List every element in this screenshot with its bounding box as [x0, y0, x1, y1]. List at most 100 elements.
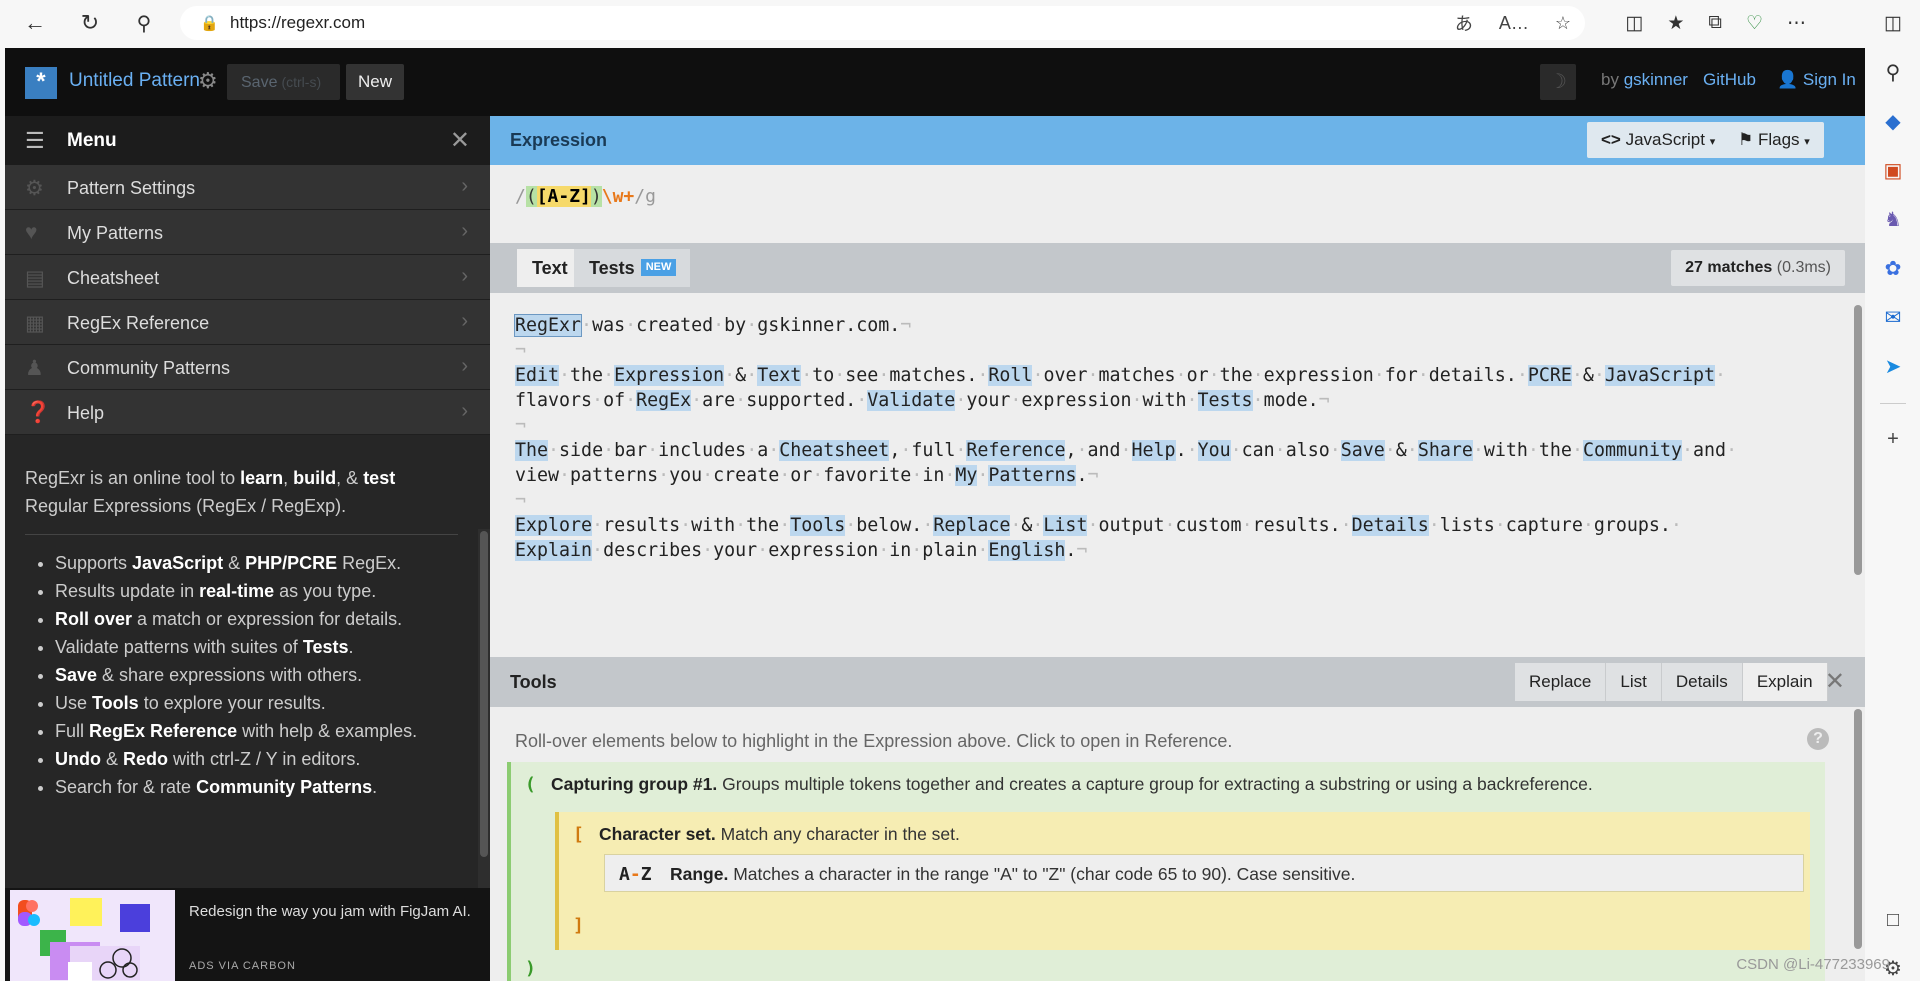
list-item: Supports JavaScript & PHP/PCRE RegEx.	[55, 549, 458, 577]
search-icon[interactable]: ⚲	[1886, 60, 1901, 85]
add-icon[interactable]: +	[1887, 428, 1899, 451]
tab-replace[interactable]: Replace	[1515, 663, 1607, 701]
sign-in-link[interactable]: 👤 Sign In	[1777, 70, 1856, 90]
character-set-explanation[interactable]: [ Character set. Match any character in …	[555, 812, 1810, 950]
user-icon: 👤	[1777, 70, 1799, 89]
menu-item-regex-reference[interactable]: ▦ RegEx Reference ›	[5, 300, 490, 345]
pattern-title[interactable]: Untitled Pattern	[69, 70, 200, 92]
app-header: * Untitled Pattern ⚙ Save (ctrl-s) New ☽ …	[5, 48, 1865, 116]
menu-item-my-patterns[interactable]: ♥ My Patterns ›	[5, 210, 490, 255]
chevron-right-icon: ›	[461, 310, 468, 332]
set-token[interactable]: [A-Z]	[536, 186, 591, 207]
menu-item-pattern-settings[interactable]: ⚙ Pattern Settings ›	[5, 165, 490, 210]
heart-icon: ♥	[25, 221, 38, 244]
search-icon[interactable]: ⚲	[122, 0, 166, 46]
word-token[interactable]: \w+	[602, 186, 635, 207]
text-scrollbar[interactable]	[1851, 303, 1865, 575]
help-icon[interactable]: ?	[1807, 728, 1829, 750]
list-item: Validate patterns with suites of Tests.	[55, 633, 458, 661]
expression-title: Expression	[510, 130, 608, 150]
people-icon: ♟	[25, 357, 44, 380]
address-bar[interactable]: 🔒 https://regexr.com あ A… ☆	[180, 6, 1585, 40]
ads-via-carbon[interactable]: ADS VIA CARBON	[189, 960, 296, 972]
chess-icon[interactable]: ♞	[1884, 207, 1902, 232]
close-icon[interactable]: ✕	[1825, 667, 1845, 696]
regexr-app: * Untitled Pattern ⚙ Save (ctrl-s) New ☽ …	[5, 48, 1865, 981]
tab-details[interactable]: Details	[1661, 663, 1743, 701]
ad-text[interactable]: Redesign the way you jam with FigJam AI.	[189, 900, 479, 924]
new-badge: NEW	[640, 259, 677, 276]
send-icon[interactable]: ➤	[1885, 354, 1902, 379]
read-aloud-icon[interactable]: A…	[1499, 13, 1529, 34]
set-description: Character set. Match any character in th…	[599, 824, 960, 844]
figjam-ad-image[interactable]	[10, 890, 175, 981]
more-icon[interactable]: ⋯	[1787, 12, 1806, 35]
range-explanation[interactable]: A-Z Range. Matches a character in the ra…	[604, 854, 1804, 892]
expression-editor[interactable]: /([A-Z])\w+/g	[515, 186, 656, 207]
list-item: Undo & Redo with ctrl-Z / Y in editors.	[55, 745, 458, 773]
github-link[interactable]: GitHub	[1703, 70, 1756, 90]
carbon-ad[interactable]: Redesign the way you jam with FigJam AI.…	[5, 888, 490, 981]
tools-title: Tools	[510, 672, 557, 692]
match-count[interactable]: 27 matches (0.3ms)	[1671, 250, 1845, 286]
close-icon[interactable]: ✕	[450, 126, 470, 155]
text-header: Text Tests NEW 27 matches (0.3ms)	[490, 243, 1865, 293]
menu-header: ☰ Menu ✕	[5, 116, 490, 165]
tab-tests[interactable]: Tests NEW	[574, 249, 691, 287]
author-link[interactable]: gskinner	[1624, 70, 1688, 89]
regexr-logo[interactable]: *	[25, 67, 57, 99]
chevron-right-icon: ›	[461, 265, 468, 287]
group-open-token: (	[525, 774, 536, 795]
tools-scrollbar[interactable]	[1851, 707, 1865, 981]
chevron-right-icon: ›	[461, 355, 468, 377]
save-button[interactable]: Save (ctrl-s)	[227, 64, 340, 100]
tools-header: Tools Replace List Details Explain ✕	[490, 657, 1865, 707]
chevron-right-icon: ›	[461, 220, 468, 242]
group-token[interactable]: ([A-Z])	[525, 186, 602, 207]
intro-panel: RegExr is an online tool to learn, build…	[5, 442, 478, 892]
new-button[interactable]: New	[346, 64, 404, 100]
chevron-right-icon: ›	[461, 400, 468, 422]
tab-text[interactable]: Text	[517, 249, 583, 287]
flavor-button[interactable]: <> JavaScript ▾	[1587, 122, 1730, 158]
flags-button[interactable]: ⚑ Flags ▾	[1724, 122, 1824, 158]
menu-item-help[interactable]: ❓ Help ›	[5, 390, 490, 435]
gear-icon[interactable]: ⚙	[198, 68, 218, 94]
range-token: A-Z	[619, 864, 652, 885]
collections-icon[interactable]: ⧉	[1708, 12, 1722, 34]
set-open-token: [	[573, 824, 584, 845]
outlook-icon[interactable]: ✉	[1885, 305, 1902, 330]
sidebar-toggle-icon[interactable]: ◫	[1884, 12, 1902, 35]
text-editor[interactable]: RegExr·was·created·by·gskinner.com.¬ ¬ E…	[490, 293, 1865, 575]
menu-item-community-patterns[interactable]: ♟ Community Patterns ›	[5, 345, 490, 390]
browser-toolbar: ← ↻ ⚲ 🔒 https://regexr.com あ A… ☆ ◫ ★ ⧉ …	[0, 0, 1920, 46]
test-text[interactable]: RegExr·was·created·by·gskinner.com.¬ ¬ E…	[513, 313, 1855, 563]
chevron-down-icon: ▾	[1709, 136, 1716, 148]
screenshot-icon[interactable]: □	[1887, 909, 1899, 932]
split-screen-icon[interactable]: ◫	[1625, 12, 1643, 35]
lock-icon[interactable]: 🔒	[200, 14, 219, 32]
copilot-icon[interactable]: ✿	[1885, 256, 1902, 281]
sidebar: ☰ Menu ✕ ⚙ Pattern Settings › ♥ My Patte…	[5, 116, 490, 981]
menu-item-cheatsheet[interactable]: ▤ Cheatsheet ›	[5, 255, 490, 300]
toolbox-icon[interactable]: ▣	[1884, 158, 1903, 183]
moon-icon[interactable]: ☽	[1540, 64, 1576, 100]
shopping-tag-icon[interactable]: ◆	[1885, 109, 1900, 134]
group-description: Capturing group #1. Groups multiple toke…	[551, 774, 1593, 794]
back-icon[interactable]: ←	[13, 0, 57, 46]
tab-list[interactable]: List	[1606, 663, 1662, 701]
help-icon: ❓	[25, 401, 52, 424]
capturing-group-explanation[interactable]: ( Capturing group #1. Groups multiple to…	[507, 762, 1825, 981]
health-icon[interactable]: ♡	[1746, 12, 1763, 35]
favorite-icon[interactable]: ☆	[1555, 13, 1571, 34]
feature-list: Supports JavaScript & PHP/PCRE RegEx. Re…	[25, 549, 458, 801]
favorites-icon[interactable]: ★	[1667, 12, 1684, 35]
tab-explain[interactable]: Explain	[1742, 663, 1828, 701]
sidebar-scrollbar[interactable]	[478, 529, 490, 899]
refresh-icon[interactable]: ↻	[68, 0, 112, 46]
main-panel: Expression <> JavaScript ▾ ⚑ Flags ▾ /([…	[490, 116, 1865, 981]
intro-paragraph: RegExr is an online tool to learn, build…	[25, 468, 396, 516]
list-item: Results update in real-time as you type.	[55, 577, 458, 605]
translate-icon[interactable]: あ	[1455, 10, 1473, 36]
chevron-down-icon: ▾	[1804, 136, 1810, 148]
